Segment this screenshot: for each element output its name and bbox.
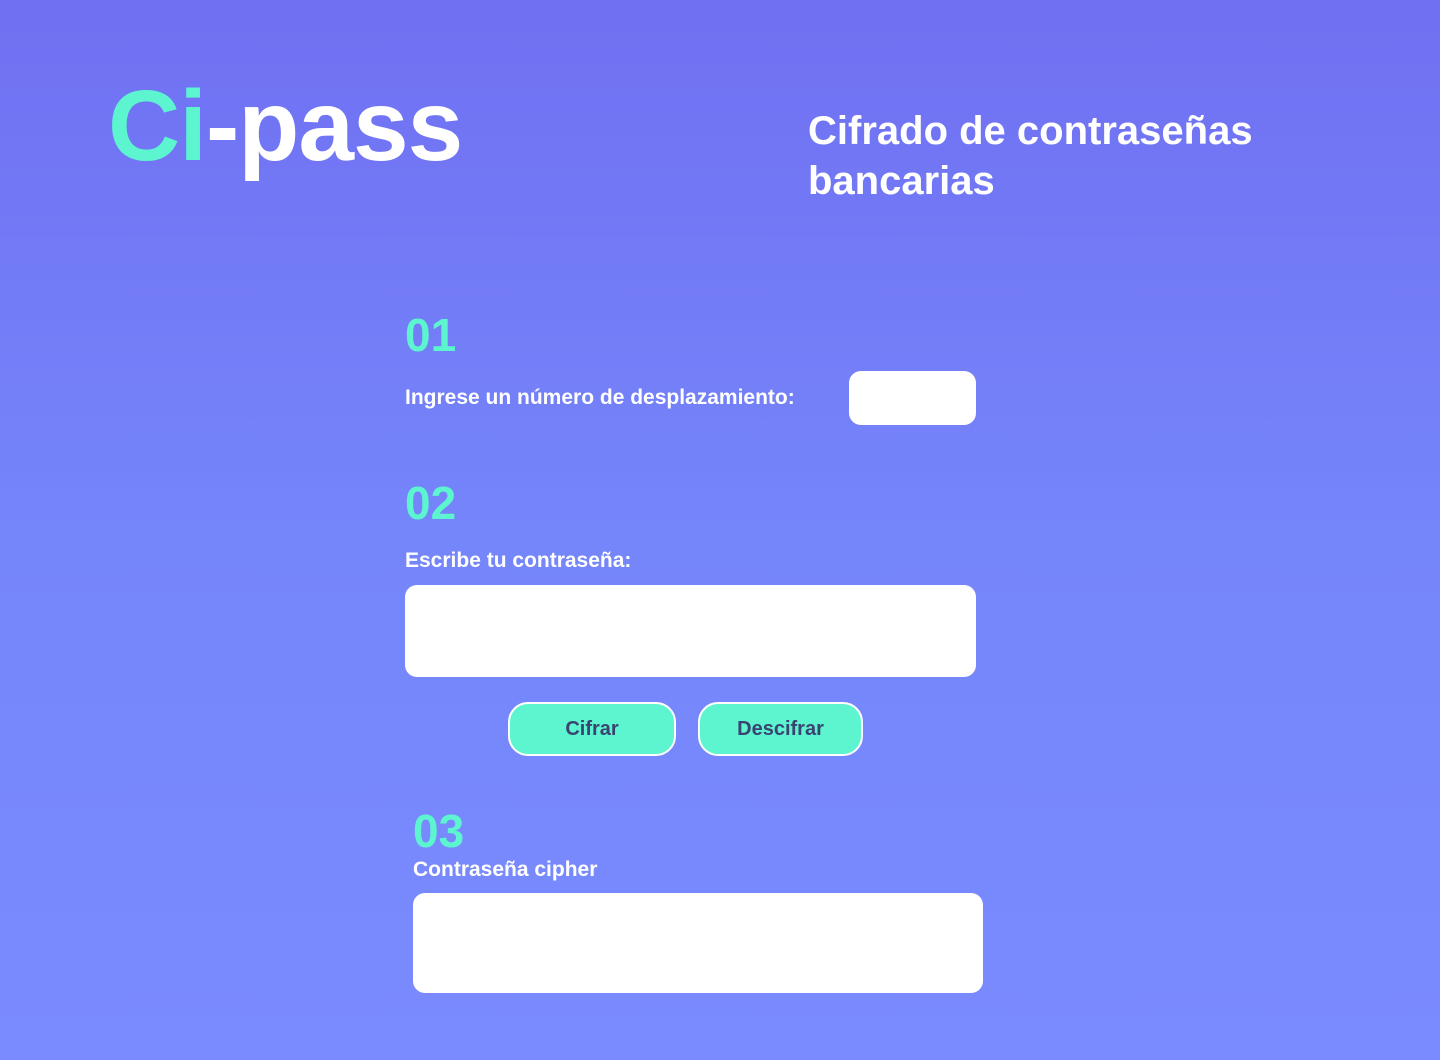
cipher-output-field[interactable] xyxy=(413,893,983,993)
page-subtitle: Cifrado de contraseñas bancarias xyxy=(808,109,1253,203)
logo-accent-text: Ci xyxy=(108,70,207,182)
step-number-01: 01 xyxy=(405,309,457,361)
app-logo: Ci-pass xyxy=(108,76,463,176)
password-label: Escribe tu contraseña: xyxy=(405,549,632,572)
decrypt-button[interactable]: Descifrar xyxy=(698,702,863,756)
encrypt-button[interactable]: Cifrar xyxy=(508,702,676,756)
offset-label: Ingrese un número de desplazamiento: xyxy=(405,386,795,409)
password-input[interactable] xyxy=(405,585,976,677)
step-number-03: 03 xyxy=(413,805,465,857)
cipher-output-label: Contraseña cipher xyxy=(413,858,598,881)
logo-rest-text: -pass xyxy=(206,70,463,182)
offset-input[interactable] xyxy=(849,371,976,425)
step-number-02: 02 xyxy=(405,477,457,529)
